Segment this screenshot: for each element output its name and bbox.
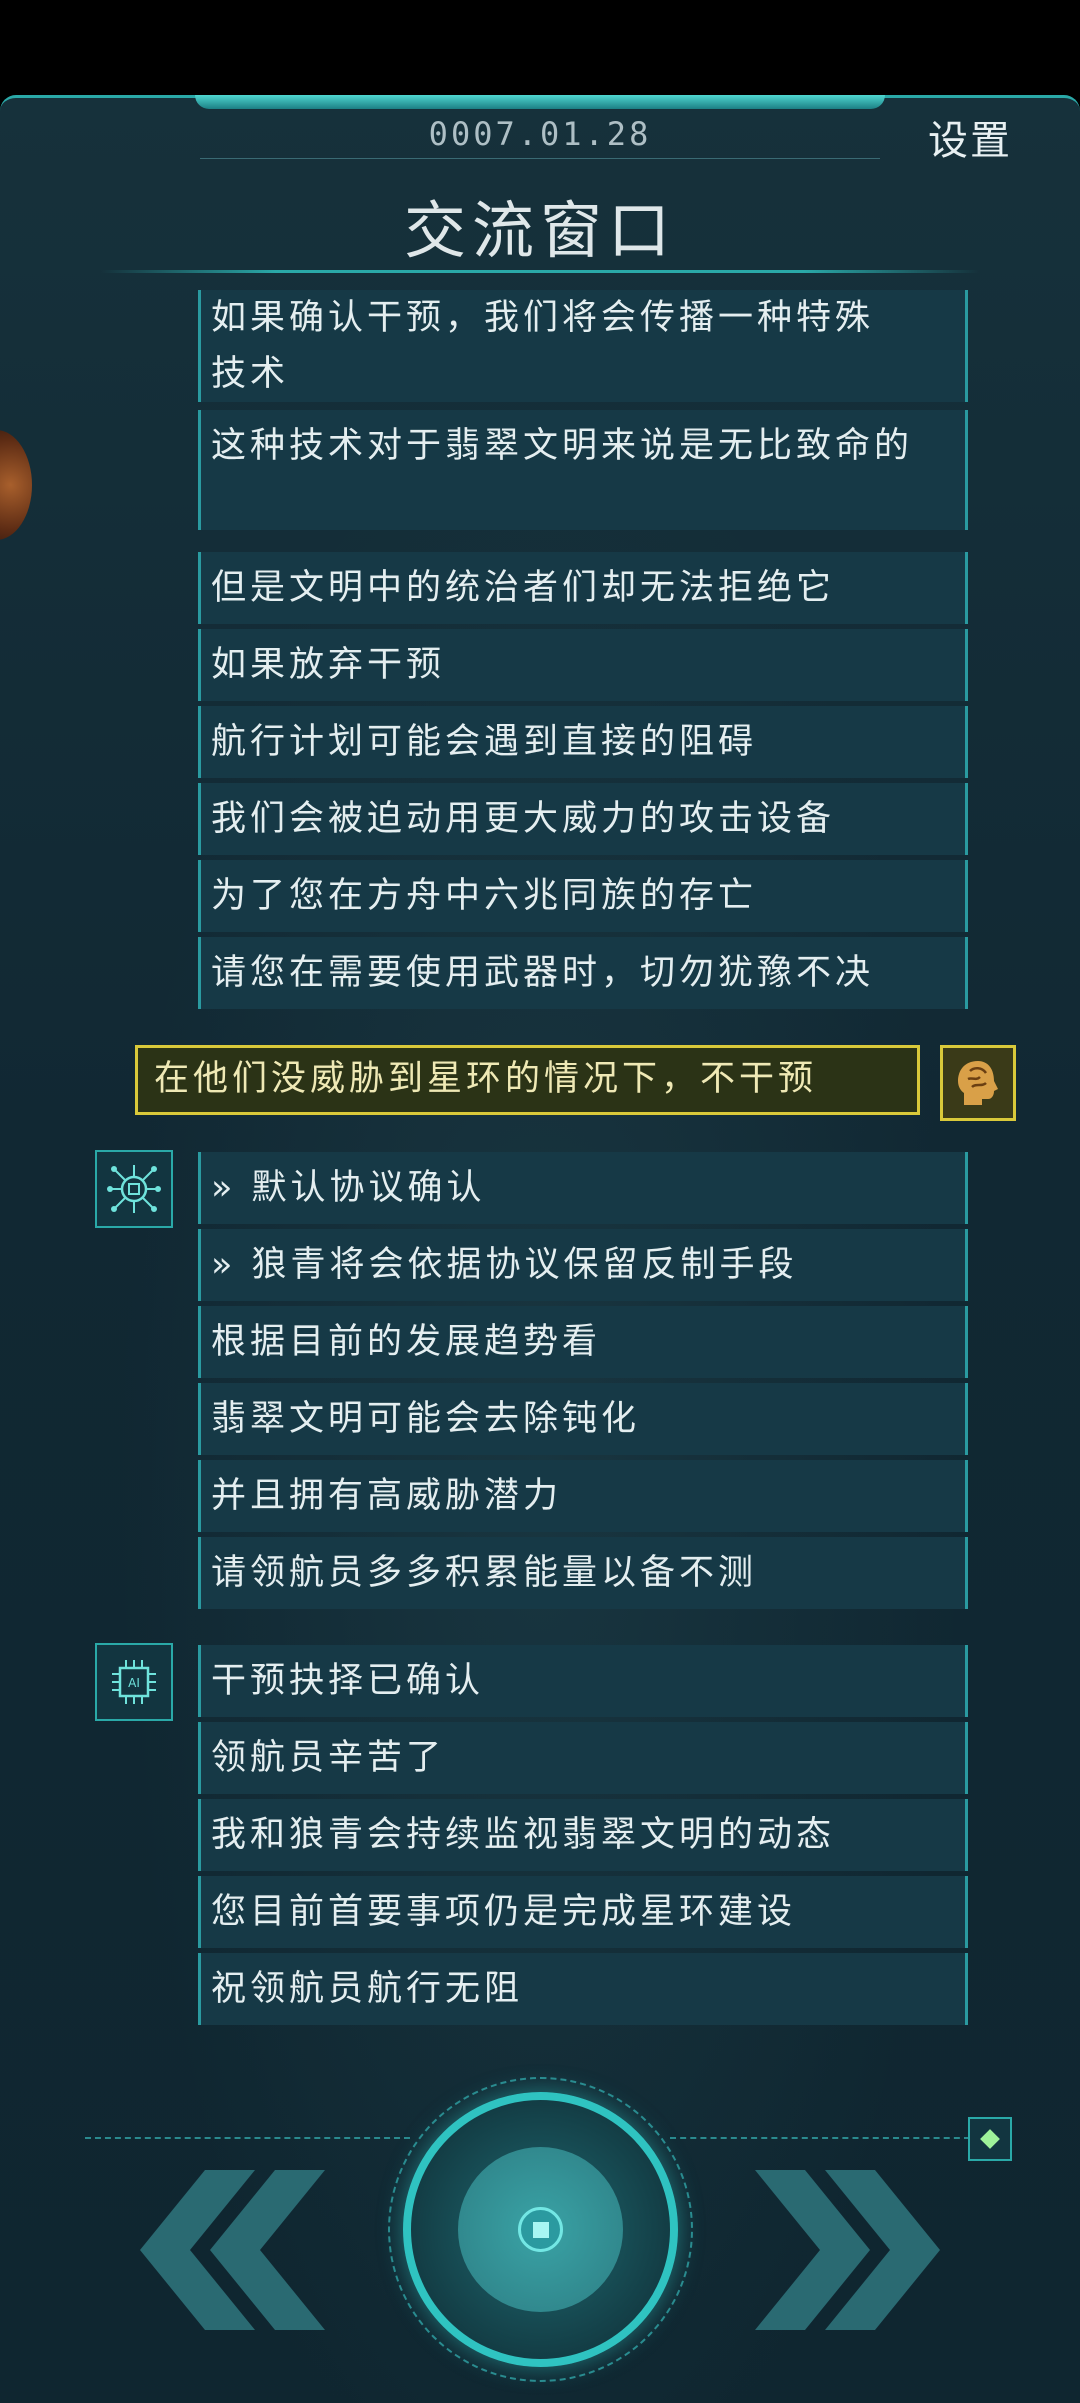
- player-avatar: [940, 1045, 1016, 1121]
- chat-message: 我和狼青会持续监视翡翠文明的动态: [198, 1799, 968, 1871]
- chat-message: 为了您在方舟中六兆同族的存亡: [198, 860, 968, 932]
- chat-message: 请您在需要使用武器时，切勿犹豫不决: [198, 937, 968, 1009]
- frame-top-glow: [195, 95, 885, 109]
- next-button[interactable]: [755, 2170, 985, 2330]
- message-text: 如果确认干预，我们将会传播一种特殊: [211, 298, 875, 338]
- player-reply: 在他们没威胁到星环的情况下，不干预: [135, 1045, 920, 1115]
- chat-message: 并且拥有高威胁潜力: [198, 1460, 968, 1532]
- chat-message: 翡翠文明可能会去除钝化: [198, 1383, 968, 1455]
- double-chevron-left-icon: [140, 2170, 325, 2330]
- brain-head-icon: [958, 1061, 998, 1105]
- chat-message: 干预抉择已确认: [198, 1645, 968, 1717]
- ai-avatar: AI: [95, 1643, 173, 1721]
- chat-message: 领航员辛苦了: [198, 1722, 968, 1794]
- chat-message: 但是文明中的统治者们却无法拒绝它: [198, 552, 968, 624]
- chat-message: 根据目前的发展趋势看: [198, 1306, 968, 1378]
- control-rail-right: [670, 2137, 970, 2139]
- chat-message: 您目前首要事项仍是完成星环建设: [198, 1876, 968, 1948]
- control-rail-left: [85, 2137, 410, 2139]
- bug-avatar: [95, 1150, 173, 1228]
- page-title: 交流窗口: [403, 194, 676, 267]
- divider: [200, 158, 880, 159]
- chat-message: » 默认协议确认: [198, 1152, 968, 1224]
- double-chevron-right-icon: [755, 2170, 940, 2330]
- chat-message: 如果放弃干预: [198, 629, 968, 701]
- chat-message: 祝领航员航行无阻: [198, 1953, 968, 2025]
- chat-message: 这种技术对于翡翠文明来说是无比致命的: [198, 410, 968, 530]
- chat-message: 如果确认干预，我们将会传播一种特殊 技术: [198, 290, 968, 402]
- chat-message: 请领航员多多积累能量以备不测: [198, 1537, 968, 1609]
- circuit-bug-icon: [107, 1165, 161, 1213]
- prev-button[interactable]: [95, 2170, 325, 2330]
- game-date: 0007.01.28: [428, 115, 652, 153]
- status-bar: [0, 0, 1080, 95]
- message-text: 技术: [211, 354, 290, 394]
- chat-message: 航行计划可能会遇到直接的阻碍: [198, 706, 968, 778]
- ai-badge-text: AI: [128, 1676, 140, 1690]
- skip-button[interactable]: [968, 2117, 1012, 2161]
- diamond-icon: [980, 2129, 1000, 2149]
- title-underline: [100, 270, 980, 273]
- settings-button[interactable]: 设置: [928, 108, 1012, 166]
- ai-chip-icon: AI: [112, 1660, 156, 1704]
- chat-message: 我们会被迫动用更大威力的攻击设备: [198, 783, 968, 855]
- chat-message: » 狼青将会依据协议保留反制手段: [198, 1229, 968, 1301]
- stop-icon[interactable]: [518, 2207, 563, 2252]
